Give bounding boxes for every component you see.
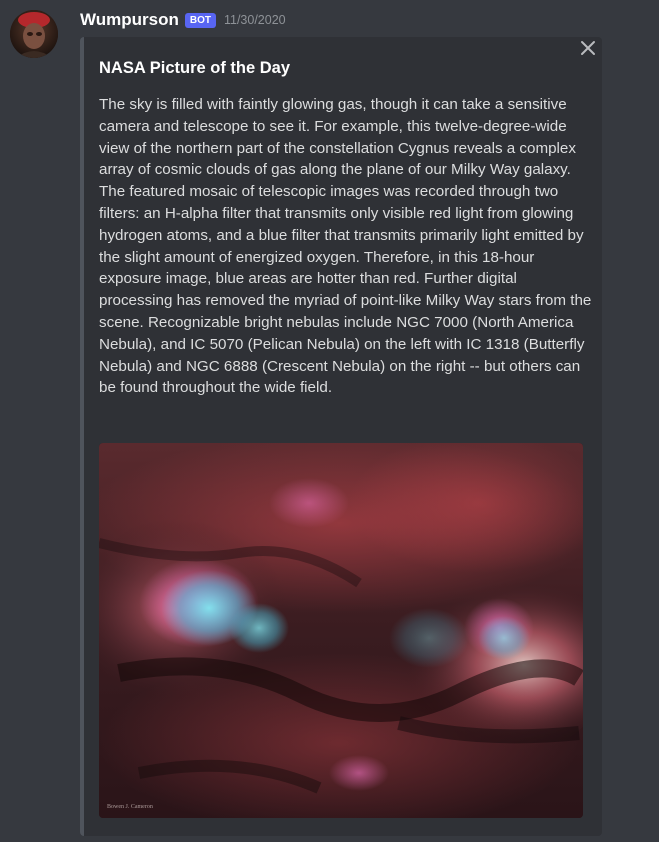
bot-badge: BOT xyxy=(184,12,216,28)
timestamp: 11/30/2020 xyxy=(223,13,286,27)
embed-description: The sky is filled with faintly glowing g… xyxy=(99,96,592,397)
avatar[interactable] xyxy=(10,10,58,58)
embed-title[interactable]: NASA Picture of the Day xyxy=(99,59,290,78)
close-icon xyxy=(581,41,595,55)
message-header: Wumpurson BOT 11/30/2020 xyxy=(80,8,286,32)
embed: NASA Picture of the Day The sky is fille… xyxy=(80,37,602,836)
embed-image[interactable]: Bowen J. Cameron xyxy=(99,443,583,818)
image-credit: Bowen J. Cameron xyxy=(107,804,153,810)
embed-close-button[interactable] xyxy=(574,37,602,63)
username[interactable]: Wumpurson xyxy=(80,10,179,30)
avatar-icon xyxy=(10,10,58,58)
nebula-image xyxy=(99,443,583,818)
chat-message: Wumpurson BOT 11/30/2020 NASA Picture of… xyxy=(0,0,659,842)
